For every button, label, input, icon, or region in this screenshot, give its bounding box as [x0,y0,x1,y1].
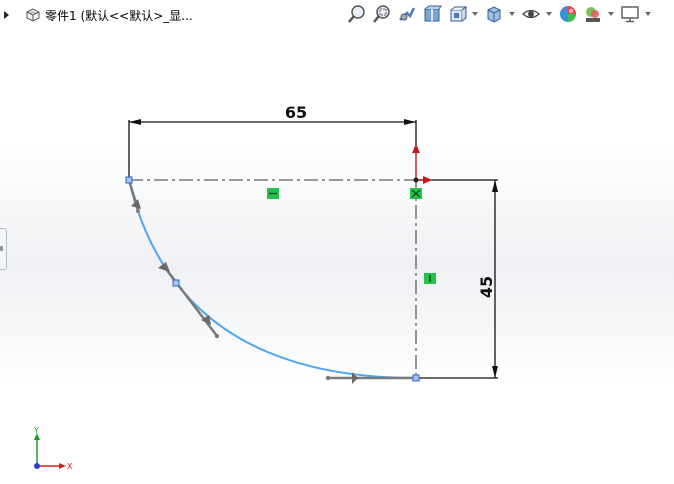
horizontal-dimension[interactable]: 65 [128,103,417,180]
sketch-graphics-area[interactable]: 65 45 Y X [0,0,674,484]
coincident-relation-icon[interactable] [410,188,422,199]
horizontal-relation-icon[interactable] [267,188,279,199]
dimension-45-label[interactable]: 45 [477,276,496,298]
arc-mid-point[interactable] [172,279,180,287]
sketch-arc[interactable] [128,179,417,379]
arc-start-point[interactable] [125,176,133,184]
triad-x-label: X [67,462,73,471]
triad-y-label: Y [33,426,39,435]
reference-triad: Y X [33,426,73,471]
sketch-origin[interactable] [412,144,432,184]
arc-end-point[interactable] [412,374,420,382]
vertical-relation-icon[interactable] [424,273,436,284]
dimension-65-label[interactable]: 65 [285,103,307,122]
